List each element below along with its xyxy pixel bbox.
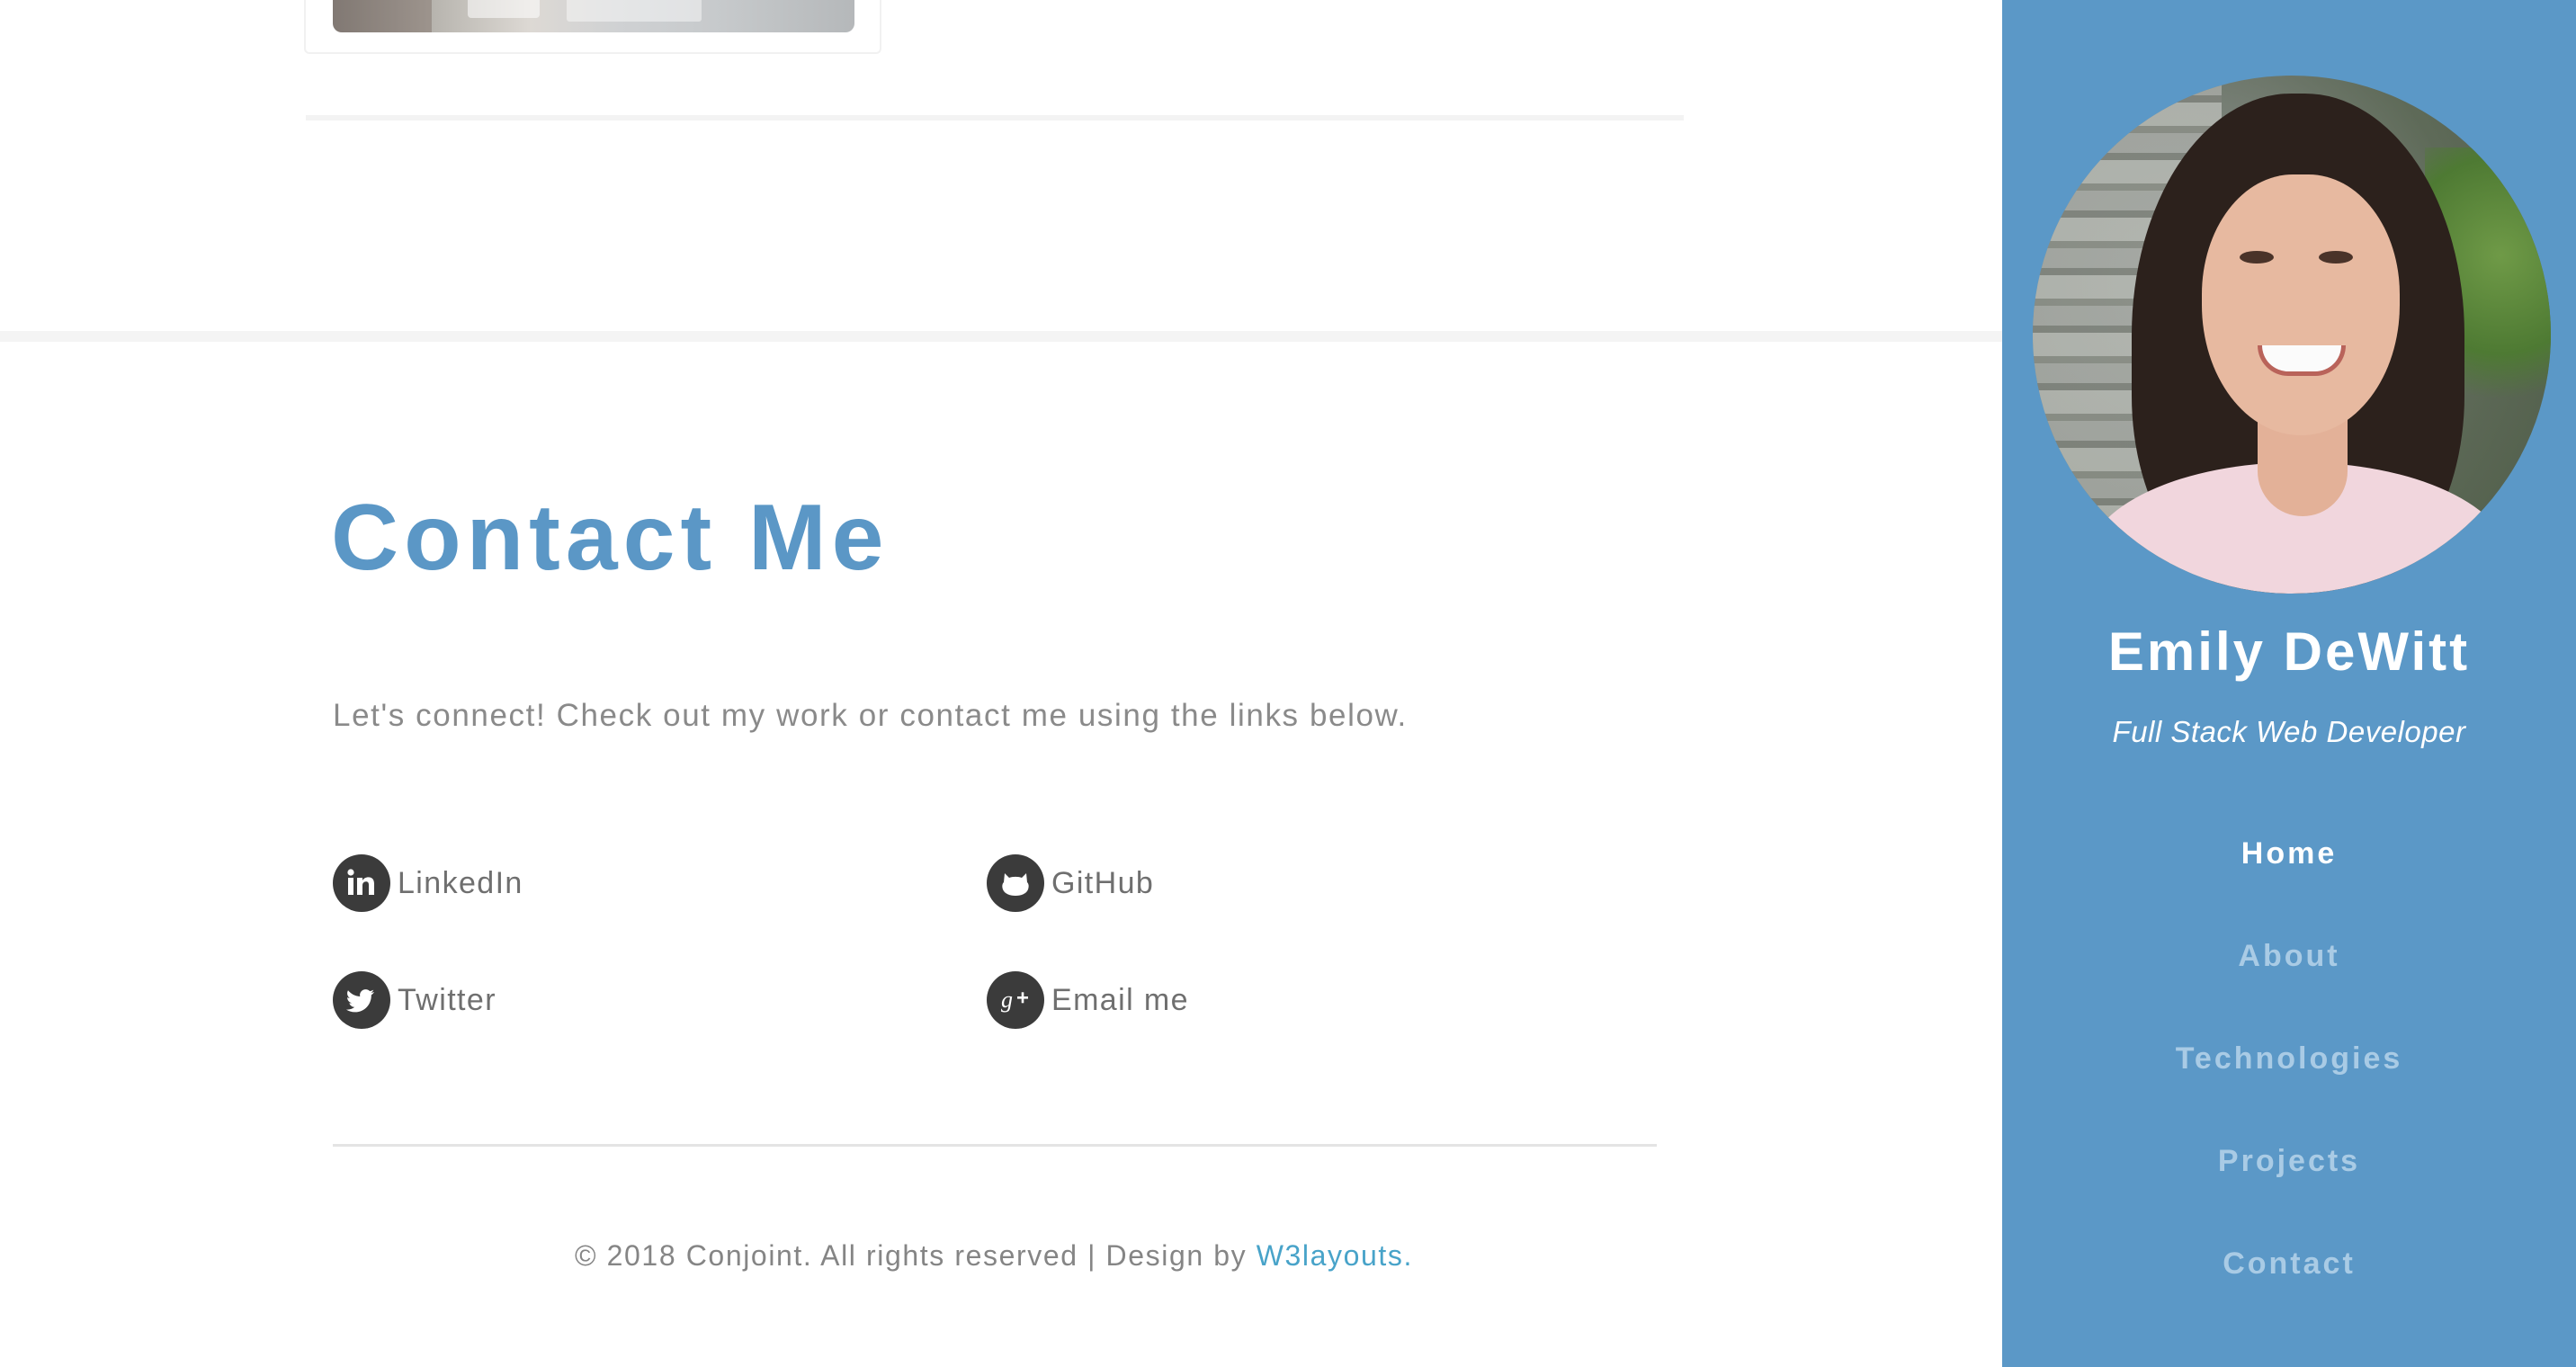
linkedin-label: LinkedIn — [398, 865, 523, 900]
nav-item-projects[interactable]: Projects — [2002, 1133, 2576, 1236]
nav-item-contact[interactable]: Contact — [2002, 1236, 2576, 1338]
footer-copyright-text: © 2018 Conjoint. All rights reserved | D… — [574, 1239, 1257, 1272]
avatar-right-eye — [2319, 251, 2353, 264]
footer-period: . — [1403, 1239, 1414, 1272]
profile-name: Emily DeWitt — [2107, 621, 2471, 682]
projects-divider — [306, 115, 1684, 121]
contact-heading: Contact Me — [331, 486, 890, 590]
contact-intro-text: Let's connect! Check out my work or cont… — [333, 698, 1408, 733]
svg-text:g: g — [1001, 987, 1013, 1013]
footer-copyright: © 2018 Conjoint. All rights reserved | D… — [0, 1239, 1988, 1273]
project-thumbnail[interactable] — [333, 0, 854, 32]
main-content: Contact Me Let's connect! Check out my w… — [0, 0, 2002, 1367]
thumbnail-screen — [567, 0, 702, 22]
avatar-left-eye — [2240, 251, 2274, 264]
profile-role: Full Stack Web Developer — [2112, 715, 2466, 748]
github-link[interactable]: GitHub — [987, 854, 1154, 912]
nav-item-technologies[interactable]: Technologies — [2002, 1031, 2576, 1133]
twitter-label: Twitter — [398, 982, 496, 1017]
linkedin-icon — [333, 854, 390, 912]
twitter-icon — [333, 971, 390, 1029]
avatar-face — [2202, 174, 2400, 435]
nav-item-home[interactable]: Home — [2002, 826, 2576, 928]
thumbnail-person-shoulder — [333, 0, 432, 32]
nav-item-about[interactable]: About — [2002, 928, 2576, 1031]
footer-divider — [333, 1144, 1657, 1147]
w3layouts-link[interactable]: W3layouts — [1257, 1239, 1404, 1272]
section-divider — [0, 331, 2002, 342]
linkedin-link[interactable]: LinkedIn — [333, 854, 523, 912]
email-link[interactable]: g Email me — [987, 971, 1189, 1029]
github-icon — [987, 854, 1044, 912]
github-label: GitHub — [1051, 865, 1155, 900]
sidebar-nav: Home About Technologies Projects Contact — [2002, 826, 2576, 1338]
email-label: Email me — [1051, 982, 1189, 1017]
thumbnail-paper — [468, 0, 540, 18]
google-plus-icon: g — [987, 971, 1044, 1029]
profile-sidebar: Emily DeWitt Full Stack Web Developer Ho… — [2002, 0, 2576, 1367]
page: Contact Me Let's connect! Check out my w… — [0, 0, 2576, 1367]
twitter-link[interactable]: Twitter — [333, 971, 496, 1029]
avatar — [2033, 76, 2551, 594]
project-card[interactable] — [304, 0, 881, 54]
